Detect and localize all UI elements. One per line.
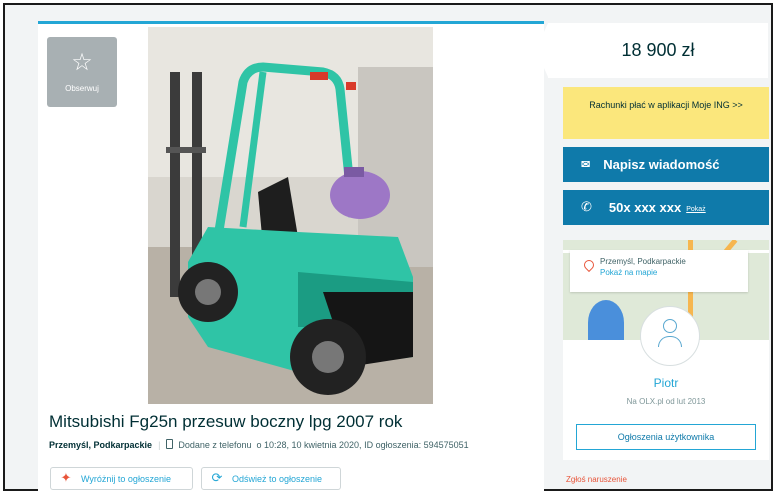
seller-ads-button[interactable]: Ogłoszenia użytkownika: [576, 424, 756, 450]
phone-number: 50x xxx xxx: [608, 200, 682, 215]
map-pin-icon: [581, 257, 597, 273]
report-link[interactable]: Zgłoś naruszenie: [566, 475, 627, 484]
phone-icon: ✆: [581, 200, 592, 215]
card-accent-line: [38, 21, 544, 24]
show-on-map-link[interactable]: Pokaż na mapie: [600, 268, 657, 277]
listing-meta: Przemyśl, Podkarpackie | Dodane z telefonu…: [49, 439, 469, 450]
kite-icon: ✦: [60, 471, 72, 486]
send-message-button[interactable]: ✉ Napisz wiadomość: [563, 147, 769, 182]
refresh-button[interactable]: ⟳ Odśwież to ogłoszenie: [201, 467, 341, 490]
seller-since: Na OLX.pl od lut 2013: [626, 397, 706, 406]
ing-banner[interactable]: Rachunki płać w aplikacji Moje ING >>: [563, 87, 769, 139]
listing-location[interactable]: Przemyśl, Podkarpackie: [49, 440, 152, 450]
promote-label: Wyróżnij to ogłoszenie: [81, 473, 171, 484]
refresh-icon: ⟳: [211, 471, 223, 486]
seller-box: Piotr Na OLX.pl od lut 2013 Ogłoszenia u…: [563, 306, 769, 460]
show-phone-button[interactable]: ✆ 50x xxx xxx Pokaż: [563, 190, 769, 225]
refresh-label: Odśwież to ogłoszenie: [232, 473, 323, 484]
added-info: Dodane z telefonu: [178, 440, 252, 450]
observe-button[interactable]: ☆ Obserwuj: [47, 37, 117, 107]
user-icon: [663, 319, 677, 333]
listing-photo[interactable]: [148, 27, 433, 404]
avatar: [640, 306, 700, 366]
phone-icon: [166, 439, 174, 449]
price-box: 18 900 zł: [536, 23, 768, 78]
added-date: o 10:28, 10 kwietnia 2020, ID ogłoszenia…: [256, 440, 469, 450]
map-location-card: Przemyśl, Podkarpackie Pokaż na mapie: [570, 250, 748, 292]
map-location: Przemyśl, Podkarpackie: [600, 257, 686, 266]
price: 18 900 zł: [621, 40, 695, 60]
send-message-label: Napisz wiadomość: [603, 157, 720, 172]
star-icon: ☆: [71, 48, 93, 76]
show-phone-link[interactable]: Pokaż: [686, 206, 705, 213]
envelope-icon: ✉: [581, 159, 591, 171]
promote-button[interactable]: ✦ Wyróżnij to ogłoszenie: [50, 467, 193, 490]
seller-name[interactable]: Piotr: [563, 376, 769, 390]
listing-title: Mitsubishi Fg25n przesuw boczny lpg 2007…: [49, 412, 403, 431]
observe-label: Obserwuj: [65, 84, 99, 93]
